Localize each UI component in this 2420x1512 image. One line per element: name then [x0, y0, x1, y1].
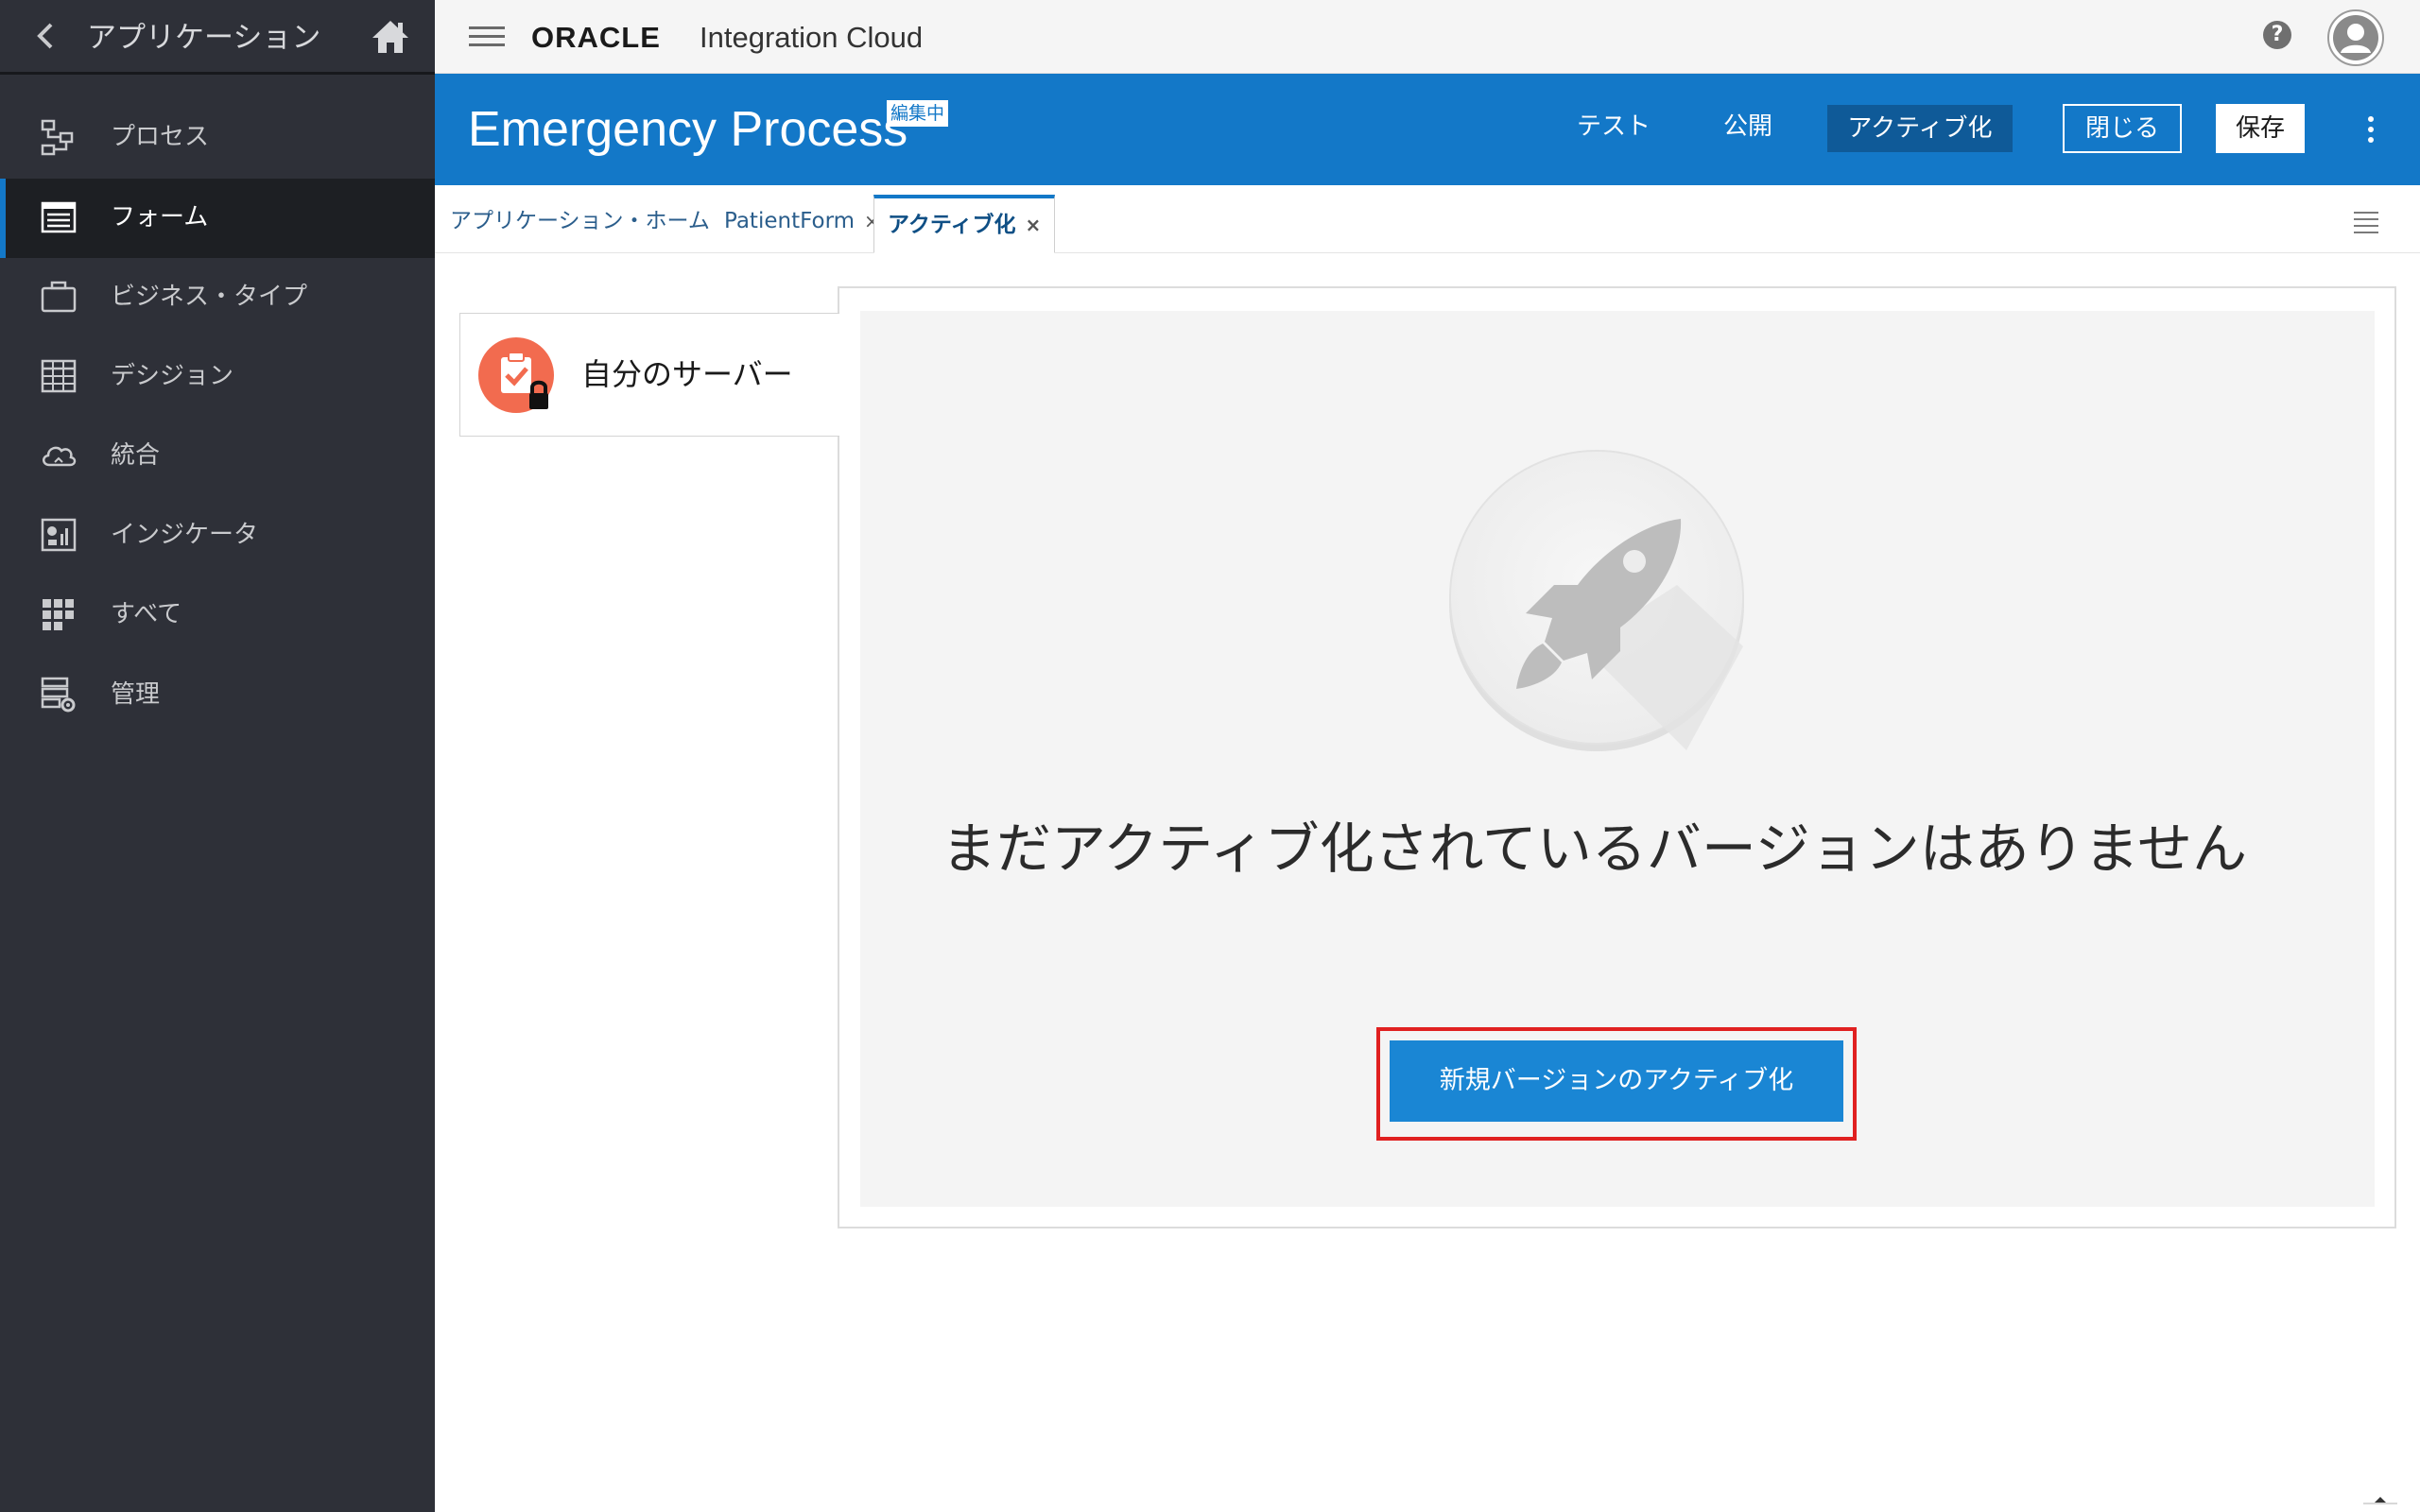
chevron-left-icon[interactable]	[30, 19, 60, 53]
sidebar-header: アプリケーション	[0, 0, 435, 75]
sidebar-title: アプリケーション	[87, 21, 321, 55]
help-icon[interactable]: ?	[2263, 21, 2291, 49]
user-icon	[2333, 15, 2378, 60]
tab-label: アクティブ化	[888, 213, 1016, 237]
server-name: 自分のサーバー	[581, 356, 793, 392]
tab-label: アプリケーション・ホーム	[450, 209, 710, 233]
scroll-indicator-icon	[2363, 1497, 2397, 1504]
tab-patient-form[interactable]: PatientForm ×	[724, 195, 880, 253]
rocket-icon	[1449, 450, 1744, 751]
home-icon[interactable]	[371, 17, 410, 57]
top-bar: ORACLE Integration Cloud ?	[435, 0, 2420, 74]
tab-list-icon[interactable]	[2352, 210, 2380, 234]
sidebar-item-all[interactable]: すべて	[0, 576, 435, 655]
sidebar-item-label: ビジネス・タイプ	[111, 283, 308, 311]
activate-button[interactable]: アクティブ化	[1827, 105, 2013, 152]
more-options-icon[interactable]	[2365, 115, 2377, 144]
sidebar-item-label: プロセス	[111, 123, 210, 151]
tab-bar: アプリケーション・ホーム PatientForm × アクティブ化 ×	[435, 185, 2420, 253]
sidebar-item-label: 管理	[111, 680, 161, 709]
oracle-logo: ORACLE	[531, 21, 661, 54]
activation-panel: まだアクティブ化されているバージョンはありません 新規バージョンのアクティブ化	[838, 286, 2396, 1228]
activate-new-version-button[interactable]: 新規バージョンのアクティブ化	[1390, 1040, 1843, 1122]
sidebar-item-label: デシジョン	[111, 362, 234, 390]
sidebar-item-admin[interactable]: 管理	[0, 656, 435, 735]
sidebar: アプリケーション プロセス フォーム ビジネス・タイプ デシジョン 統合 インジ…	[0, 0, 435, 1512]
clipboard-check-icon	[478, 337, 554, 413]
product-name: Integration Cloud	[700, 21, 924, 54]
chart-icon	[41, 518, 77, 552]
process-icon	[41, 119, 74, 156]
sidebar-item-label: フォーム	[111, 203, 209, 232]
sidebar-item-business-types[interactable]: ビジネス・タイプ	[0, 258, 435, 337]
sidebar-item-integrations[interactable]: 統合	[0, 417, 435, 496]
save-button[interactable]: 保存	[2216, 104, 2305, 153]
close-button[interactable]: 閉じる	[2063, 104, 2182, 153]
form-icon	[41, 201, 77, 233]
grid-icon	[43, 599, 74, 630]
test-button[interactable]: テスト	[1577, 108, 1651, 146]
sidebar-item-process[interactable]: プロセス	[0, 98, 435, 178]
sidebar-item-decisions[interactable]: デシジョン	[0, 337, 435, 417]
process-title: Emergency Process	[468, 102, 908, 157]
close-icon[interactable]: ×	[1025, 214, 1041, 236]
process-header: Emergency Process 編集中 テスト 公開 アクティブ化 閉じる …	[435, 74, 2420, 185]
sidebar-item-indicators[interactable]: インジケータ	[0, 496, 435, 576]
server-card[interactable]: 自分のサーバー	[459, 313, 839, 437]
sidebar-item-label: インジケータ	[111, 521, 259, 549]
sidebar-item-form[interactable]: フォーム	[0, 179, 435, 258]
tab-application-home[interactable]: アプリケーション・ホーム	[450, 195, 710, 253]
sidebar-item-label: 統合	[111, 441, 161, 470]
table-icon	[41, 359, 77, 393]
sidebar-item-label: すべて	[111, 600, 182, 628]
publish-button[interactable]: 公開	[1723, 108, 1772, 146]
empty-message: まだアクティブ化されているバージョンはありません	[942, 816, 2247, 881]
admin-icon	[41, 677, 76, 713]
tab-label: PatientForm	[724, 209, 856, 233]
status-badge: 編集中	[887, 100, 949, 127]
tab-activation[interactable]: アクティブ化 ×	[873, 195, 1056, 253]
cloud-icon	[43, 446, 77, 467]
empty-state: まだアクティブ化されているバージョンはありません 新規バージョンのアクティブ化	[860, 311, 2375, 1207]
hamburger-menu-icon[interactable]	[469, 23, 505, 51]
avatar[interactable]	[2327, 9, 2384, 66]
briefcase-icon	[41, 281, 77, 313]
